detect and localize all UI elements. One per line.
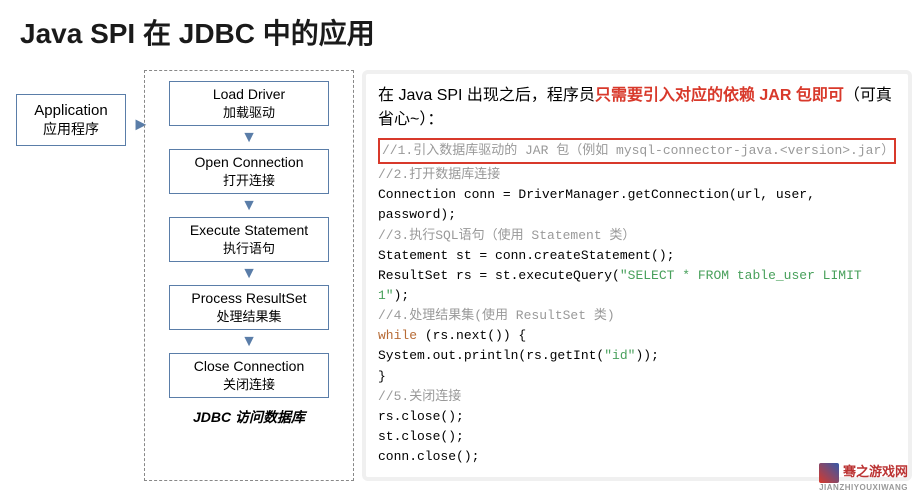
content-area: ► Application 应用程序 Load Driver 加载驱动 ▼ Op… (0, 64, 920, 481)
step-open-connection: Open Connection 打开连接 (169, 149, 329, 194)
watermark: 骞之游戏网 JIANZHIYOUXIWANG (819, 461, 908, 492)
watermark-logo-icon (819, 463, 839, 483)
flow-caption: JDBC 访问数据库 (193, 407, 305, 427)
step-close-connection: Close Connection 关闭连接 (169, 353, 329, 398)
app-en: Application (27, 102, 115, 119)
arrow-down-icon: ▼ (241, 266, 257, 282)
arrow-down-icon: ▼ (241, 334, 257, 350)
explanation-panel: 在 Java SPI 出现之后，程序员只需要引入对应的依赖 JAR 包即可（可真… (362, 70, 912, 481)
step-process-resultset: Process ResultSet 处理结果集 (169, 285, 329, 330)
app-cn: 应用程序 (27, 119, 115, 139)
page-title: Java SPI 在 JDBC 中的应用 (0, 0, 920, 64)
explanation-text: 在 Java SPI 出现之后，程序员只需要引入对应的依赖 JAR 包即可（可真… (378, 84, 896, 132)
arrow-down-icon: ▼ (241, 198, 257, 214)
step-load-driver: Load Driver 加载驱动 (169, 81, 329, 126)
jdbc-flow-box: Load Driver 加载驱动 ▼ Open Connection 打开连接 … (144, 70, 354, 481)
application-box: Application 应用程序 (16, 94, 126, 146)
highlighted-comment: //1.引入数据库驱动的 JAR 包（例如 mysql-connector-ja… (378, 138, 896, 164)
code-block: //1.引入数据库驱动的 JAR 包（例如 mysql-connector-ja… (378, 138, 896, 467)
step-execute-statement: Execute Statement 执行语句 (169, 217, 329, 262)
arrow-down-icon: ▼ (241, 130, 257, 146)
